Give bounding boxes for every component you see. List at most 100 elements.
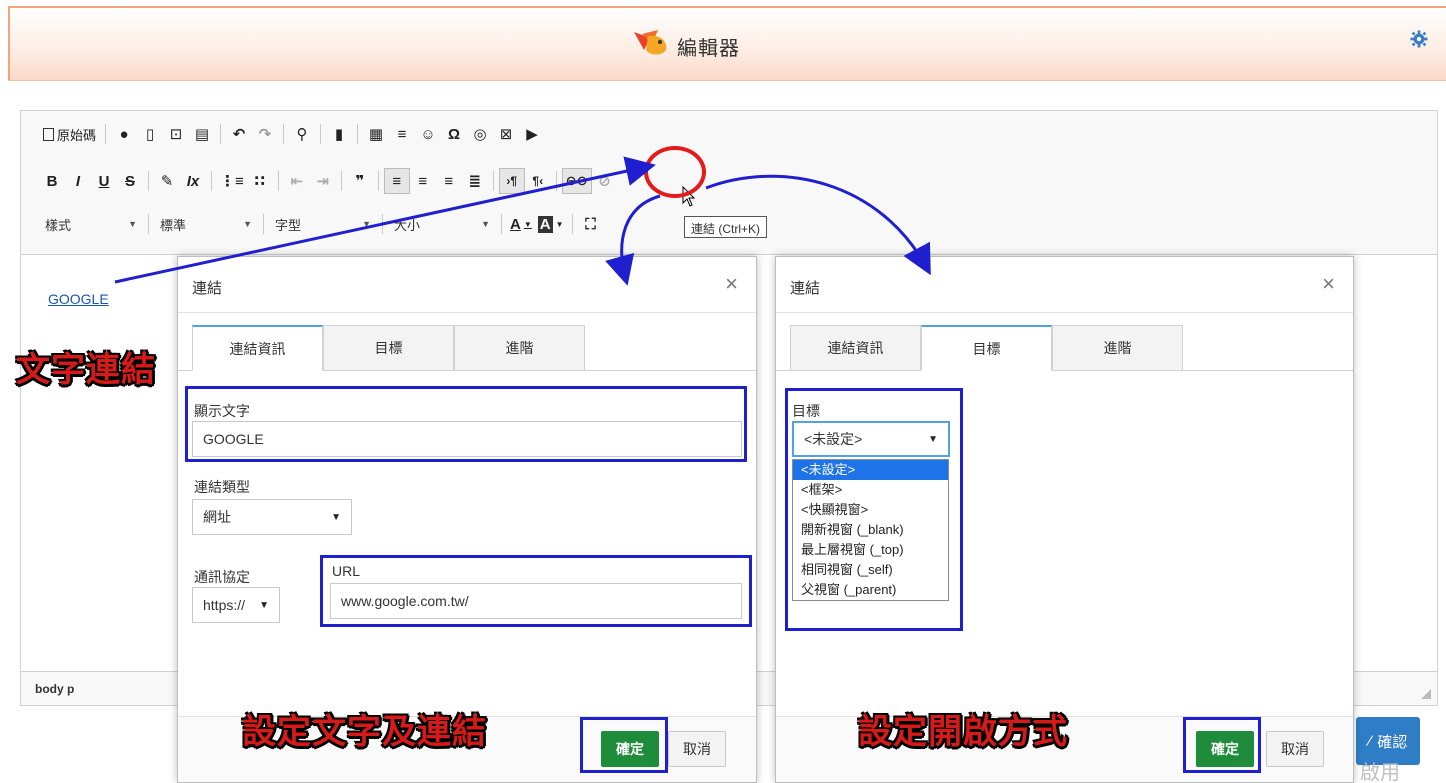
rtl-icon[interactable]: ¶‹: [525, 168, 551, 194]
youtube-icon[interactable]: ▶: [519, 121, 545, 147]
dialog-tabs: 連結資訊 目標 進階: [192, 325, 585, 371]
dialog-titlebar: 連結 ×: [178, 257, 756, 313]
smiley-icon[interactable]: ☺: [415, 121, 441, 147]
undo-icon[interactable]: ↶: [226, 121, 252, 147]
highlight-display-text: [185, 386, 747, 462]
font-combo[interactable]: 字型 ▼: [269, 212, 377, 236]
protocol-value: https://: [203, 597, 246, 613]
cancel-button[interactable]: 取消: [1266, 731, 1324, 767]
outdent-icon[interactable]: ⇤: [284, 168, 310, 194]
table-icon[interactable]: ▦: [363, 121, 389, 147]
page-title: 編輯器: [677, 38, 740, 60]
app-header: 編輯器: [8, 6, 1446, 81]
close-icon[interactable]: ×: [725, 271, 738, 297]
protocol-select[interactable]: https:// ▼: [192, 587, 280, 623]
cancel-button[interactable]: 取消: [668, 731, 726, 767]
size-combo[interactable]: 大小 ▼: [388, 212, 496, 236]
style-label: 樣式: [45, 217, 72, 233]
unlink-icon[interactable]: ⊘: [592, 168, 618, 194]
maximize-icon[interactable]: ⛶: [578, 211, 604, 237]
resize-handle-icon[interactable]: [1421, 689, 1431, 699]
highlight-link-button: [644, 146, 706, 198]
separator: [357, 124, 359, 144]
italic-button[interactable]: I: [65, 168, 91, 194]
close-icon[interactable]: ×: [1322, 271, 1335, 297]
tab-advanced[interactable]: 進階: [1052, 325, 1183, 371]
align-right-icon[interactable]: ≡: [436, 168, 462, 194]
align-left-icon[interactable]: ≡: [383, 168, 410, 194]
callout-set-text-link: 設定文字及連結: [242, 712, 487, 752]
blockquote-icon[interactable]: ❞: [347, 168, 373, 194]
text-color-button[interactable]: A ▼: [507, 211, 535, 237]
chevron-down-icon: ▼: [523, 219, 532, 229]
bg-color-label: A: [537, 215, 553, 233]
format-label: 標準: [160, 217, 187, 233]
preview-icon[interactable]: ⊡: [163, 121, 189, 147]
accessibility-icon[interactable]: ●: [111, 121, 137, 147]
separator: [382, 214, 383, 234]
print-icon[interactable]: ▤: [189, 121, 215, 147]
separator: [211, 171, 212, 191]
bold-button[interactable]: B: [39, 168, 65, 194]
highlight-target: [785, 388, 963, 631]
source-button[interactable]: 原始碼: [39, 121, 100, 147]
underline-button[interactable]: U: [91, 168, 117, 194]
tab-link-info[interactable]: 連結資訊: [192, 325, 323, 371]
font-label: 字型: [275, 217, 302, 233]
source-label: 原始碼: [57, 127, 97, 143]
dialog-tabs: 連結資訊 目標 進階: [790, 325, 1183, 371]
chevron-down-icon: ▼: [259, 599, 269, 611]
chevron-down-icon: ▼: [555, 219, 564, 229]
content-link-text[interactable]: GOOGLE: [48, 291, 109, 307]
highlight-ok-left: [580, 717, 668, 773]
bulleted-list-icon[interactable]: ∷: [247, 168, 273, 194]
tab-advanced[interactable]: 進階: [454, 325, 585, 371]
separator: [283, 124, 285, 144]
copy-format-icon[interactable]: ✎: [154, 168, 180, 194]
remove-format-icon[interactable]: Ix: [180, 168, 206, 194]
chevron-down-icon: ▼: [481, 219, 490, 229]
link-type-label: 連結類型: [194, 479, 250, 495]
indent-icon[interactable]: ⇥: [310, 168, 336, 194]
tab-target[interactable]: 目標: [921, 325, 1052, 371]
link-type-select[interactable]: 網址 ▼: [192, 499, 352, 535]
link-icon[interactable]: ⊖⊖: [561, 168, 592, 194]
globe-icon[interactable]: ◎: [467, 121, 493, 147]
separator: [555, 171, 557, 191]
select-all-icon[interactable]: ▮: [326, 121, 352, 147]
separator: [320, 124, 322, 144]
callout-set-open-method: 設定開啟方式: [858, 712, 1068, 752]
chevron-down-icon: ▼: [128, 219, 137, 229]
link-type-value: 網址: [203, 509, 231, 525]
style-combo[interactable]: 樣式 ▼: [39, 212, 143, 236]
separator: [263, 214, 264, 234]
redo-icon[interactable]: ↷: [252, 121, 278, 147]
toolbar-row-3: 樣式 ▼ 標準 ▼ 字型 ▼ 大小 ▼ A ▼ A ▼ ⛶: [39, 211, 604, 237]
separator: [220, 124, 222, 144]
bird-logo: [634, 30, 667, 55]
strike-button[interactable]: S: [117, 168, 143, 194]
dialog-title: 連結: [192, 280, 223, 297]
ltr-icon[interactable]: ›¶: [498, 168, 525, 194]
element-path[interactable]: body p: [35, 682, 74, 696]
new-page-icon[interactable]: ▯: [137, 121, 163, 147]
chevron-down-icon: ▼: [362, 219, 371, 229]
highlight-ok-right: [1183, 717, 1261, 773]
numbered-list-icon[interactable]: ⋮≡: [217, 168, 247, 194]
separator: [148, 214, 149, 234]
tab-target[interactable]: 目標: [323, 325, 454, 371]
justify-icon[interactable]: ≣: [462, 168, 488, 194]
horizontal-line-icon[interactable]: ≡: [389, 121, 415, 147]
format-combo[interactable]: 標準 ▼: [154, 212, 258, 236]
text-color-label: A: [510, 215, 521, 233]
gear-icon[interactable]: [1410, 30, 1428, 48]
bg-color-button[interactable]: A ▼: [535, 211, 567, 237]
find-icon[interactable]: ⚲: [289, 121, 315, 147]
separator: [501, 214, 502, 234]
size-label: 大小: [394, 217, 421, 233]
align-center-icon[interactable]: ≡: [410, 168, 436, 194]
separator: [571, 214, 573, 234]
special-char-icon[interactable]: Ω: [441, 121, 467, 147]
tab-link-info[interactable]: 連結資訊: [790, 325, 921, 371]
image-icon[interactable]: ⊠: [493, 121, 519, 147]
